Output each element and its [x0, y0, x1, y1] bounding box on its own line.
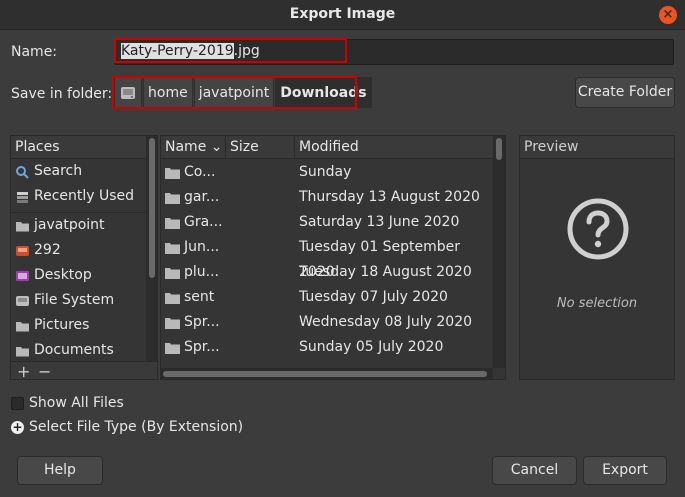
save-in-folder-label: Save in folder: [11, 86, 113, 102]
cancel-button[interactable]: Cancel [492, 456, 577, 485]
file-modified: Sunday [299, 164, 352, 180]
file-list-header: Name ⌄ Size Modified [161, 136, 505, 159]
place-label: File System [34, 292, 115, 308]
file-modified: Sunday 05 July 2020 [299, 339, 444, 355]
desktop-icon [16, 270, 29, 281]
file-row[interactable]: Gra... Saturday 13 June 2020 [161, 210, 493, 235]
places-scroll-thumb[interactable] [149, 138, 155, 278]
place-documents[interactable]: Documents [11, 338, 157, 363]
folder-icon [165, 267, 180, 279]
folder-icon [165, 192, 180, 204]
places-header: Places [11, 136, 157, 159]
place-label: 292 [34, 242, 61, 258]
close-icon[interactable]: × [659, 6, 677, 24]
place-label: javatpoint [34, 217, 105, 233]
file-name: sent [184, 289, 215, 305]
drive-icon [16, 245, 29, 256]
folder-icon [16, 346, 29, 356]
file-name: Spr... [184, 339, 220, 355]
file-row[interactable]: sent Tuesday 07 July 2020 [161, 285, 493, 310]
file-row[interactable]: gar... Thursday 13 August 2020 [161, 185, 493, 210]
window-title: Export Image [289, 6, 396, 22]
create-folder-button[interactable]: Create Folder [575, 77, 675, 108]
show-all-files-checkbox[interactable]: Show All Files [11, 395, 124, 411]
filename-highlight-box [114, 38, 347, 63]
file-modified: Thursday 13 August 2020 [299, 189, 480, 205]
place-file-system[interactable]: File System [11, 288, 157, 313]
place-label: Documents [34, 342, 114, 358]
select-file-type-expander[interactable]: + Select File Type (By Extension) [11, 419, 243, 435]
folder-icon [165, 167, 180, 179]
show-all-files-label: Show All Files [29, 395, 124, 411]
column-name-label: Name [165, 139, 207, 155]
folder-icon [165, 292, 180, 304]
export-button[interactable]: Export [583, 456, 667, 485]
preview-panel: Preview No selection [519, 135, 675, 380]
folder-icon [165, 342, 180, 354]
place-label: Desktop [34, 267, 92, 283]
place-292[interactable]: 292 [11, 238, 157, 263]
file-modified: Saturday 13 June 2020 [299, 214, 460, 230]
place-desktop[interactable]: Desktop [11, 263, 157, 288]
search-icon [16, 165, 29, 179]
remove-bookmark-button[interactable]: − [38, 362, 51, 379]
file-row[interactable]: Jun... Tuesday 01 September 2020 [161, 235, 493, 280]
file-name: Spr... [184, 314, 220, 330]
title-bar: Export Image × [0, 0, 685, 30]
file-name: Jun... [184, 239, 220, 255]
place-label: Recently Used [34, 188, 135, 204]
preview-header: Preview [520, 136, 674, 159]
column-name-header[interactable]: Name ⌄ [161, 136, 226, 159]
places-footer: + − [11, 361, 157, 379]
help-button[interactable]: Help [17, 456, 103, 485]
checkbox-box[interactable] [11, 396, 24, 410]
place-pictures[interactable]: Pictures [11, 313, 157, 338]
name-label: Name: [11, 44, 58, 60]
file-list-vertical-scrollbar[interactable] [493, 136, 505, 368]
place-search[interactable]: Search [11, 159, 157, 184]
file-list-vertical-thumb[interactable] [496, 138, 502, 160]
place-recently-used[interactable]: Recently Used [11, 184, 157, 209]
expand-plus-icon[interactable]: + [11, 420, 24, 434]
file-list-horizontal-thumb[interactable] [163, 371, 487, 377]
folder-icon [16, 321, 29, 331]
column-modified-header[interactable]: Modified [295, 136, 493, 159]
file-modified: Tuesday 18 August 2020 [299, 264, 472, 280]
column-size-header[interactable]: Size [226, 136, 295, 159]
file-row[interactable]: Spr... Sunday 05 July 2020 [161, 335, 493, 360]
file-name: plu... [184, 264, 219, 280]
file-modified: Tuesday 07 July 2020 [299, 289, 448, 305]
folder-icon [165, 217, 180, 229]
place-javatpoint[interactable]: javatpoint [11, 213, 157, 238]
breadcrumb-highlight-box [112, 76, 357, 109]
file-name: Co... [184, 164, 216, 180]
folder-icon [16, 221, 29, 231]
file-row[interactable]: Co... Sunday [161, 160, 493, 185]
place-label: Pictures [34, 317, 90, 333]
file-name: gar... [184, 189, 220, 205]
places-panel: Places Search Recently Used javatpoint 2… [10, 135, 158, 380]
file-modified: Wednesday 08 July 2020 [299, 314, 473, 330]
folder-icon [165, 242, 180, 254]
file-name: Gra... [184, 214, 223, 230]
file-list-panel: Name ⌄ Size Modified Co... Sunday gar...… [160, 135, 506, 380]
preview-empty-text: No selection [556, 296, 638, 311]
filesystem-icon [16, 295, 29, 306]
file-row[interactable]: Spr... Wednesday 08 July 2020 [161, 310, 493, 335]
folder-icon [165, 317, 180, 329]
select-file-type-label: Select File Type (By Extension) [29, 419, 244, 435]
recent-icon [17, 191, 28, 203]
chevron-down-icon: ⌄ [210, 139, 223, 155]
add-bookmark-button[interactable]: + [17, 362, 30, 379]
question-icon [567, 198, 629, 260]
place-label: Search [34, 163, 83, 179]
file-row[interactable]: plu... Tuesday 18 August 2020 [161, 260, 493, 285]
